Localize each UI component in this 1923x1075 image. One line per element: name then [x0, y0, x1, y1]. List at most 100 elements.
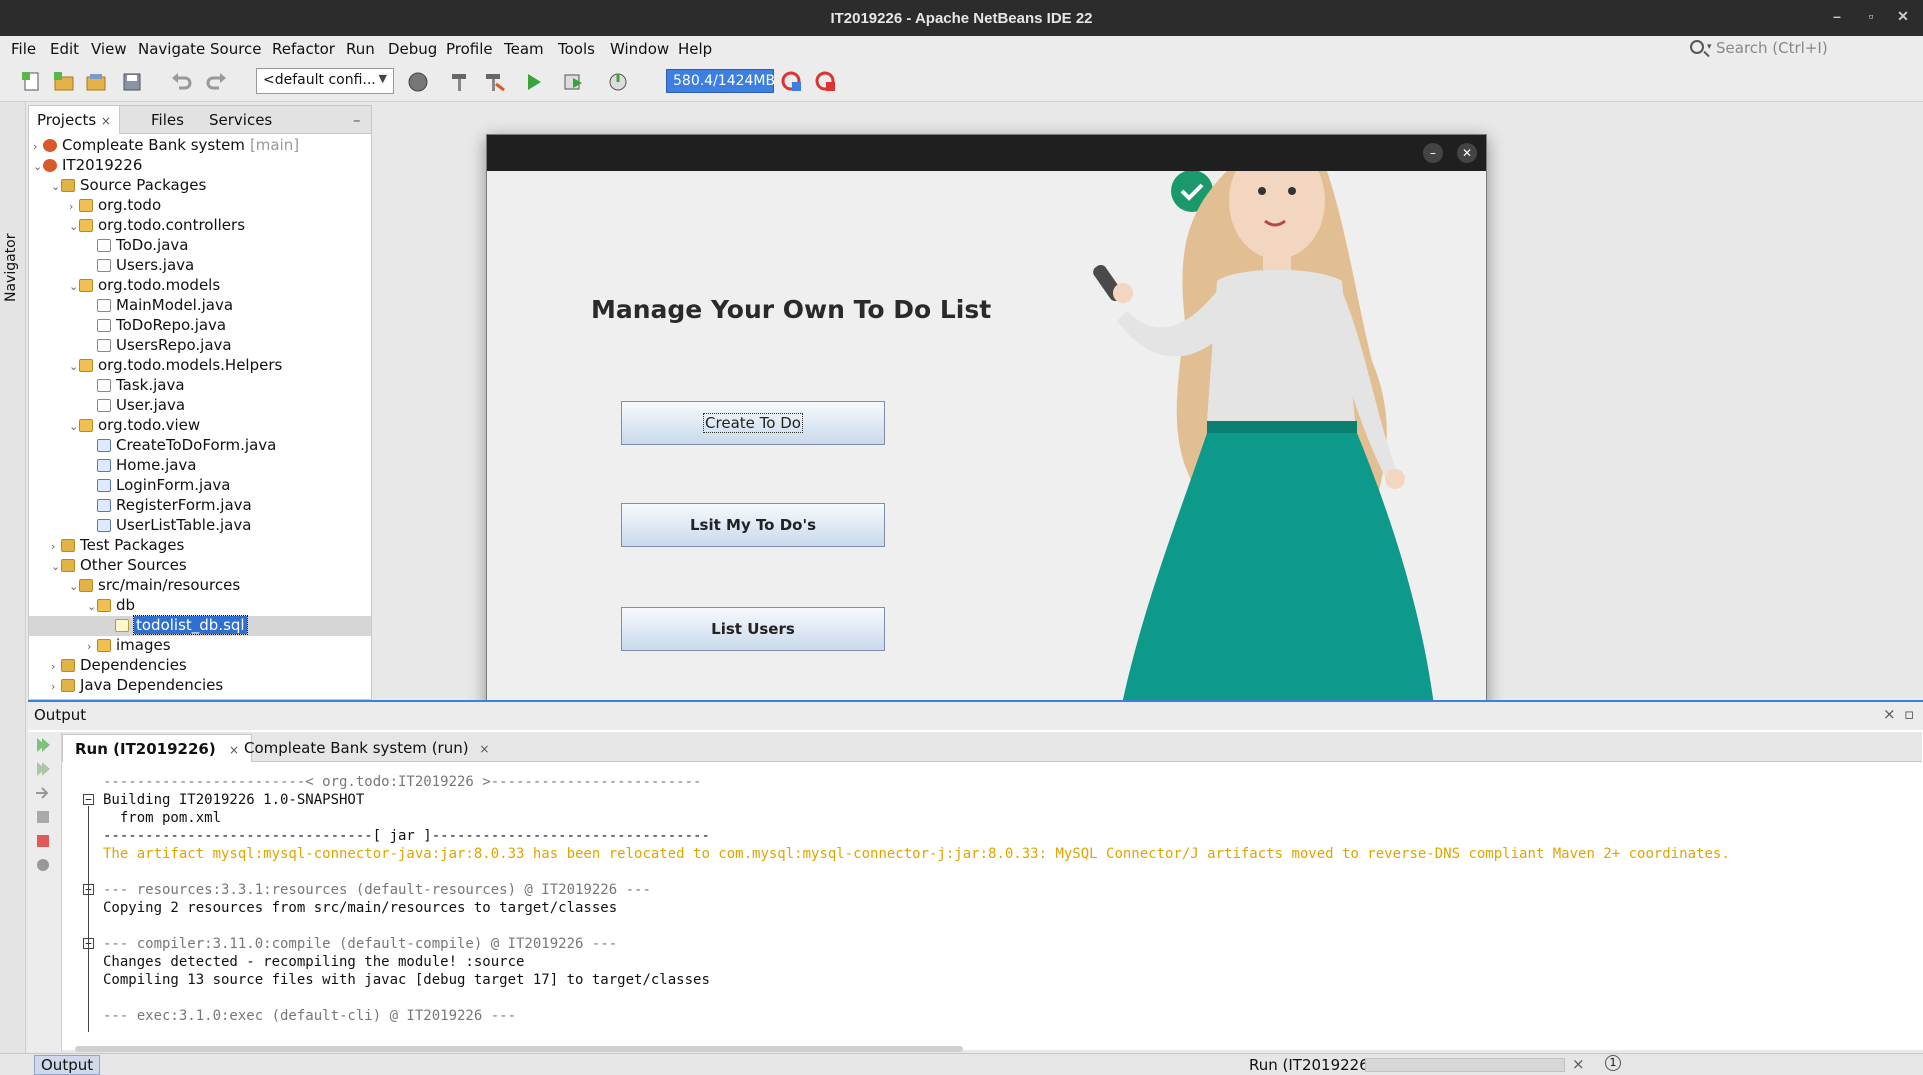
resume-icon[interactable]: [34, 784, 52, 802]
undo-icon[interactable]: [170, 70, 194, 94]
menu-navigate[interactable]: Navigate: [138, 40, 205, 58]
expand-toggle-icon[interactable]: ›: [51, 680, 61, 693]
menu-view[interactable]: View: [91, 40, 127, 58]
tree-node[interactable]: Home.java: [87, 456, 197, 476]
run-icon[interactable]: [522, 70, 546, 94]
quick-search[interactable]: ▾ Search (Ctrl+I): [1690, 38, 1920, 62]
list-users-button[interactable]: List Users: [621, 607, 885, 651]
tree-node[interactable]: › Test Packages: [51, 536, 184, 556]
expand-toggle-icon[interactable]: ›: [51, 660, 61, 673]
save-all-icon[interactable]: [120, 70, 144, 94]
list-my-todos-button[interactable]: Lsit My To Do's: [621, 503, 885, 547]
expand-toggle-icon[interactable]: ⌄: [69, 280, 79, 293]
close-tab-icon[interactable]: ×: [101, 114, 111, 128]
tree-node[interactable]: UsersRepo.java: [87, 336, 232, 356]
menu-refactor[interactable]: Refactor: [272, 40, 335, 58]
tree-node[interactable]: LoginForm.java: [87, 476, 230, 496]
menu-help[interactable]: Help: [678, 40, 712, 58]
expand-toggle-icon[interactable]: ›: [87, 640, 97, 653]
tab-compleate-bank-run[interactable]: Compleate Bank system (run) ×: [232, 734, 501, 762]
tree-node[interactable]: MainModel.java: [87, 296, 233, 316]
close-tab-icon[interactable]: ×: [479, 742, 489, 756]
tab-run-it2019226[interactable]: Run (IT2019226) ×: [62, 734, 253, 762]
expand-toggle-icon[interactable]: ⌄: [69, 360, 79, 373]
expand-toggle-icon[interactable]: ⌄: [69, 220, 79, 233]
maximize-output-icon[interactable]: ▫: [1904, 705, 1914, 723]
navigator-tab[interactable]: Navigator: [3, 233, 19, 302]
gc-icon[interactable]: [780, 70, 804, 94]
menu-debug[interactable]: Debug: [388, 40, 437, 58]
stop-icon[interactable]: [34, 832, 52, 850]
create-todo-button[interactable]: Create To Do: [621, 401, 885, 445]
tree-node[interactable]: ⌄ Source Packages: [51, 176, 206, 196]
new-file-icon[interactable]: [20, 70, 44, 94]
menu-source[interactable]: Source: [210, 40, 262, 58]
tree-node[interactable]: Users.java: [87, 256, 194, 276]
expand-toggle-icon[interactable]: ›: [69, 200, 79, 213]
menu-tools[interactable]: Tools: [558, 40, 595, 58]
new-project-icon[interactable]: [52, 70, 76, 94]
rerun-icon[interactable]: [34, 736, 52, 754]
close-output-icon[interactable]: ×: [1883, 705, 1896, 723]
globe-icon[interactable]: [406, 70, 430, 94]
fold-toggle-icon[interactable]: −: [83, 794, 94, 805]
tree-node[interactable]: todolist_db.sql: [105, 615, 248, 636]
tree-node[interactable]: ⌄ db: [87, 596, 135, 616]
configuration-select[interactable]: <default confi... ▼: [256, 68, 394, 94]
maximize-icon[interactable]: ▫: [1860, 8, 1882, 28]
clean-build-icon[interactable]: [482, 70, 506, 94]
memory-indicator[interactable]: 580.4/1424MB: [666, 69, 775, 93]
tree-node[interactable]: ⌄ Other Sources: [51, 556, 187, 576]
profile-icon[interactable]: [606, 70, 630, 94]
tree-node[interactable]: ⌄ org.todo.models: [69, 276, 220, 296]
tab-files[interactable]: Files: [143, 106, 192, 134]
profiler-snapshot-icon[interactable]: [814, 70, 838, 94]
tree-node[interactable]: › Java Dependencies: [51, 676, 223, 696]
expand-toggle-icon[interactable]: ⌄: [33, 160, 43, 173]
tree-node[interactable]: ⌄ org.todo.models.Helpers: [69, 356, 282, 376]
tree-node[interactable]: Task.java: [87, 376, 185, 396]
menu-window[interactable]: Window: [610, 40, 669, 58]
tree-node[interactable]: ToDoRepo.java: [87, 316, 226, 336]
menu-profile[interactable]: Profile: [446, 40, 493, 58]
build-hammer-icon[interactable]: [448, 70, 472, 94]
horizontal-scrollbar[interactable]: [75, 1046, 963, 1052]
output-toggle-button[interactable]: Output: [34, 1055, 101, 1075]
expand-toggle-icon[interactable]: ⌄: [87, 600, 97, 613]
tree-node[interactable]: ⌄ src/main/resources: [69, 576, 240, 596]
tree-node[interactable]: ⌄ IT2019226: [33, 156, 142, 176]
expand-toggle-icon[interactable]: ⌄: [69, 420, 79, 433]
debug-icon[interactable]: [562, 70, 586, 94]
tree-node[interactable]: › images: [87, 636, 171, 656]
tree-node[interactable]: User.java: [87, 396, 185, 416]
tools-icon[interactable]: [34, 856, 52, 874]
menu-file[interactable]: File: [11, 40, 36, 58]
menu-team[interactable]: Team: [504, 40, 544, 58]
notifications-icon[interactable]: 1: [1605, 1055, 1621, 1071]
close-icon[interactable]: ✕: [1892, 8, 1914, 28]
tree-node[interactable]: › Compleate Bank system [main]: [33, 136, 299, 156]
redo-icon[interactable]: [204, 70, 228, 94]
expand-toggle-icon[interactable]: ⌄: [51, 560, 61, 573]
app-minimize-icon[interactable]: –: [1423, 143, 1443, 163]
menu-edit[interactable]: Edit: [50, 40, 79, 58]
tree-node[interactable]: ⌄ org.todo.controllers: [69, 216, 245, 236]
rerun-with-options-icon[interactable]: [34, 760, 52, 778]
tree-node[interactable]: ⌄ org.todo.view: [69, 416, 200, 436]
expand-toggle-icon[interactable]: ⌄: [69, 580, 79, 593]
menu-run[interactable]: Run: [346, 40, 375, 58]
open-project-icon[interactable]: [84, 70, 108, 94]
tree-node[interactable]: UserListTable.java: [87, 516, 251, 536]
minimize-icon[interactable]: –: [1826, 8, 1848, 28]
tree-node[interactable]: RegisterForm.java: [87, 496, 252, 516]
minimize-panel-icon[interactable]: –: [345, 106, 369, 134]
expand-toggle-icon[interactable]: ›: [33, 140, 43, 153]
settings-icon[interactable]: [34, 808, 52, 826]
expand-toggle-icon[interactable]: ⌄: [51, 180, 61, 193]
tab-projects[interactable]: Projects ×: [29, 106, 120, 134]
tree-node[interactable]: › Dependencies: [51, 656, 187, 676]
tab-services[interactable]: Services: [201, 106, 280, 134]
tree-node[interactable]: ToDo.java: [87, 236, 188, 256]
expand-toggle-icon[interactable]: ›: [51, 540, 61, 553]
tree-node[interactable]: CreateToDoForm.java: [87, 436, 276, 456]
